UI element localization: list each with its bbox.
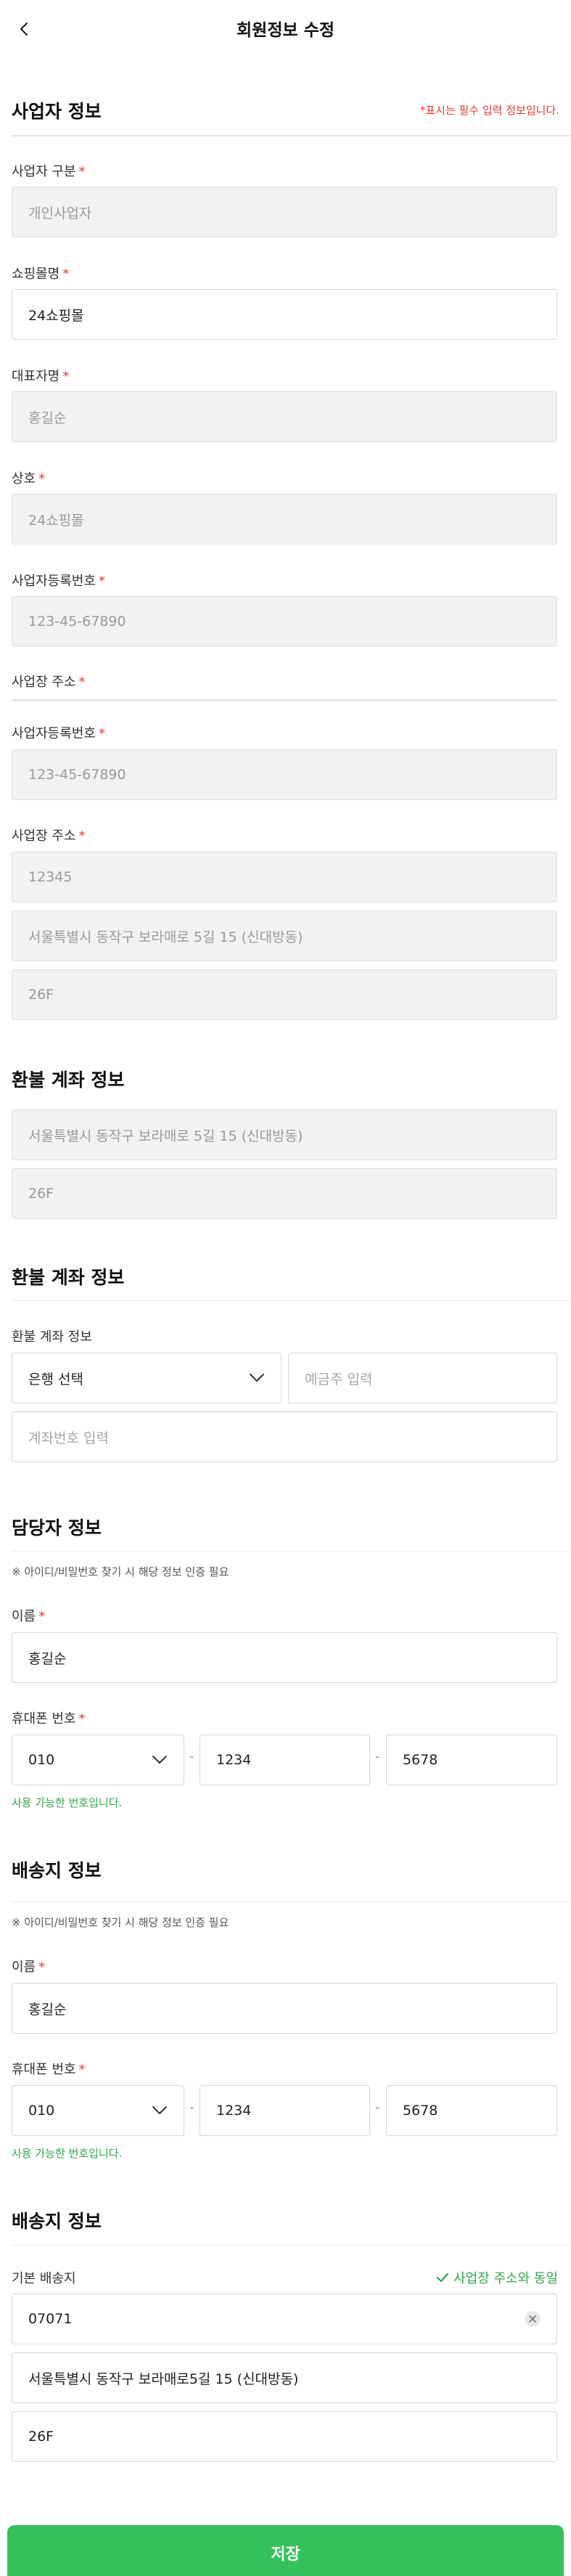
manager-phone-last-input[interactable]: 5678: [386, 1735, 557, 1785]
bank-select[interactable]: 은행 선택: [12, 1353, 282, 1403]
account-holder-input[interactable]: 예금주 입력: [288, 1353, 557, 1403]
shipping-name-input[interactable]: 홍길순: [12, 1983, 557, 2034]
refund-address-line2: 26F: [12, 1168, 557, 1219]
business-address-label-2: 사업장 주소 *: [12, 828, 86, 844]
chevron-down-icon: [152, 1751, 169, 1769]
refund-divider: [12, 1300, 571, 1301]
refund-address-line1: 서울특별시 동작구 보라매로 5길 15 (신대방동): [12, 1109, 557, 1160]
manager-phone-prefix-select[interactable]: 010: [12, 1735, 184, 1785]
shipping-section-title: 배송지 정보: [12, 1860, 102, 1881]
business-type-field: 개인사업자: [12, 187, 557, 237]
manager-name-input[interactable]: 홍길순: [12, 1632, 557, 1683]
business-address-label: 사업장 주소 *: [12, 674, 86, 690]
manager-notice: ※ 아이디/비밀번호 찾기 시 해당 정보 인증 필요: [12, 1565, 229, 1578]
refund-account-section-title: 환불 계좌 정보: [12, 1267, 125, 1288]
shipping-zip-value: 07071: [28, 2311, 73, 2327]
mall-name-input[interactable]: 24쇼핑몰: [12, 289, 557, 340]
business-type-label: 사업자 구분 *: [12, 164, 86, 179]
chevron-down-icon: [152, 2102, 169, 2119]
business-section-title: 사업자 정보: [12, 101, 102, 122]
phone-prefix-value: 010: [28, 2103, 55, 2119]
check-icon: [436, 2273, 449, 2283]
same-as-business-label: 사업장 주소와 동일: [453, 2271, 558, 2286]
phone-dash: -: [189, 1749, 194, 1764]
account-number-input[interactable]: 계좌번호 입력: [12, 1411, 557, 1462]
business-address-line2: 26F: [12, 969, 557, 1020]
refund-account-label: 환불 계좌 정보: [12, 1329, 92, 1345]
phone-dash: -: [375, 1749, 380, 1764]
registration-number-field-2: 123-45-67890: [12, 749, 557, 800]
same-as-business-toggle[interactable]: 사업장 주소와 동일: [436, 2268, 558, 2287]
chevron-down-icon: [249, 1369, 266, 1387]
required-note: *표시는 필수 입력 정보입니다.: [419, 104, 559, 117]
save-button[interactable]: 저장: [7, 2525, 564, 2576]
shipping-phone-mid-input[interactable]: 1234: [200, 2085, 370, 2136]
registration-number-field: 123-45-67890: [12, 596, 557, 647]
top-header: 회원정보 수정: [0, 0, 571, 58]
representative-label: 대표자명 *: [12, 369, 70, 384]
shipping-address-line2-input[interactable]: 26F: [12, 2411, 557, 2462]
manager-section-title: 담당자 정보: [12, 1517, 102, 1538]
phone-dash: -: [189, 2100, 194, 2115]
business-divider: [12, 135, 571, 136]
phone-prefix-value: 010: [28, 1752, 55, 1768]
manager-name-label: 이름 *: [12, 1609, 46, 1624]
address-field-edge: [12, 699, 557, 701]
manager-phone-mid-input[interactable]: 1234: [200, 1735, 370, 1785]
representative-field: 홍길순: [12, 391, 557, 442]
default-shipping-label: 기본 배송지: [12, 2271, 76, 2286]
shipping-address-line1-input[interactable]: 서울특별시 동작구 보라매로5길 15 (신대방동): [12, 2352, 557, 2403]
company-name-field: 24쇼핑몰: [12, 494, 557, 545]
shipping-address-divider: [12, 2245, 571, 2246]
registration-number-label: 사업자등록번호 *: [12, 574, 105, 589]
shipping-phone-prefix-select[interactable]: 010: [12, 2085, 184, 2136]
manager-phone-ok-message: 사용 가능한 번호입니다.: [12, 1796, 123, 1809]
registration-number-label-2: 사업자등록번호 *: [12, 726, 105, 741]
bank-select-value: 은행 선택: [28, 1371, 83, 1387]
refund-section-title: 환불 계좌 정보: [12, 1069, 125, 1091]
shipping-phone-ok-message: 사용 가능한 번호입니다.: [12, 2147, 123, 2160]
shipping-notice: ※ 아이디/비밀번호 찾기 시 해당 정보 인증 필요: [12, 1916, 229, 1929]
manager-divider: [12, 1551, 571, 1552]
mall-name-label: 쇼핑몰명 *: [12, 266, 70, 282]
shipping-address-section-title: 배송지 정보: [12, 2211, 102, 2232]
phone-dash: -: [375, 2100, 380, 2115]
page-title: 회원정보 수정: [237, 21, 334, 40]
business-zip-field: 12345: [12, 852, 557, 902]
close-icon[interactable]: [525, 2311, 541, 2327]
shipping-phone-last-input[interactable]: 5678: [386, 2085, 557, 2136]
company-name-label: 상호 *: [12, 471, 46, 486]
shipping-phone-label: 휴대폰 번호 *: [12, 2062, 86, 2077]
shipping-zip-input[interactable]: 07071: [12, 2294, 557, 2344]
business-address-line1: 서울특별시 동작구 보라매로 5길 15 (신대방동): [12, 910, 557, 961]
shipping-name-label: 이름 *: [12, 1960, 46, 1975]
manager-phone-label: 휴대폰 번호 *: [12, 1711, 86, 1727]
